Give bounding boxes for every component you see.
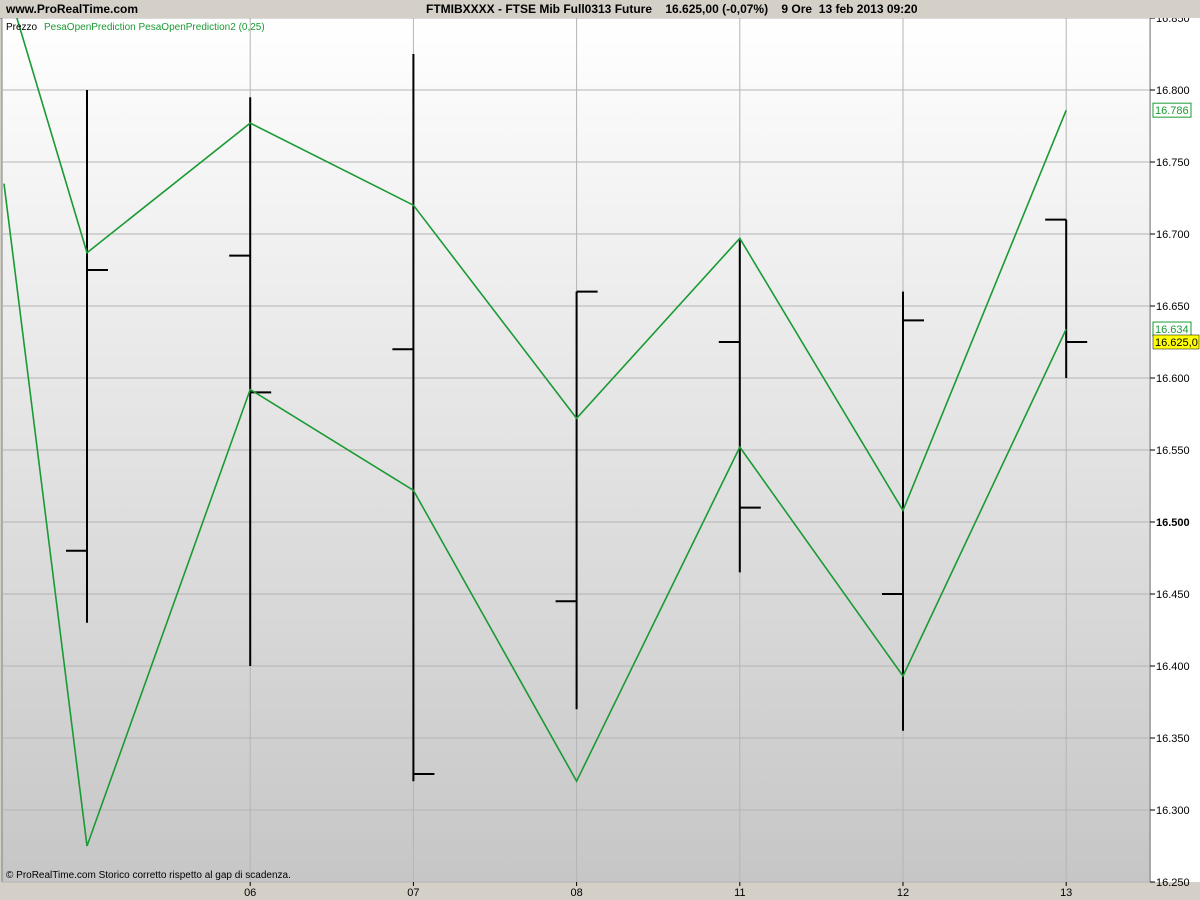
- y-tick-label: 16.850: [1156, 18, 1190, 25]
- y-tick-label: 16.500: [1156, 517, 1190, 529]
- price-tag-label: 16.625,0: [1155, 337, 1198, 349]
- y-tick-label: 16.250: [1156, 877, 1190, 889]
- x-tick-label: 12: [897, 887, 909, 899]
- price-chart[interactable]: 16.250 16.300 16.350 16.400 16.450 16.500 16.5…: [0, 18, 1200, 900]
- instrument-header: FTMIBXXXX - FTSE Mib Full0313 Future 16.…: [426, 2, 918, 16]
- y-tick-label: 16.350: [1156, 733, 1190, 745]
- y-tick-label: 16.700: [1156, 229, 1190, 241]
- legend-indicator-label: PesaOpenPrediction PesaOpenPrediction2 (…: [44, 22, 265, 33]
- footer-note: © ProRealTime.com Storico corretto rispe…: [6, 870, 291, 881]
- x-tick-label: 07: [407, 887, 419, 899]
- y-tick-label: 16.550: [1156, 445, 1190, 457]
- x-tick-label: 13: [1060, 887, 1072, 899]
- y-tick-label: 16.400: [1156, 661, 1190, 673]
- site-name: www.ProRealTime.com: [6, 2, 139, 16]
- y-tick-label: 16.650: [1156, 301, 1190, 313]
- y-tick-label: 16.600: [1156, 373, 1190, 385]
- price-tag: 16.634: [1152, 321, 1192, 337]
- price-tag-label: 16.634: [1155, 324, 1189, 336]
- x-tick-label: 11: [734, 887, 745, 899]
- y-tick-label: 16.800: [1156, 85, 1190, 97]
- title-bar: www.ProRealTime.com FTMIBXXXX - FTSE Mib…: [0, 0, 1200, 19]
- price-tag-label: 16.786: [1155, 105, 1189, 117]
- y-tick-label: 16.300: [1156, 805, 1190, 817]
- x-axis-panel: [0, 882, 1200, 900]
- x-tick-label: 06: [244, 887, 256, 899]
- legend-price-label: Prezzo: [6, 22, 38, 33]
- y-tick-label: 16.450: [1156, 589, 1190, 601]
- price-tag: 16.625,0: [1152, 334, 1200, 350]
- x-tick-label: 08: [570, 887, 582, 899]
- price-tag: 16.786: [1152, 102, 1192, 118]
- y-tick-label: 16.750: [1156, 157, 1190, 169]
